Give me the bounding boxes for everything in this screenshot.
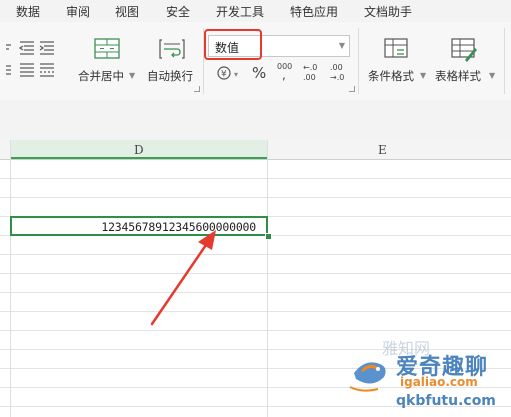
conditional-format-icon	[384, 38, 408, 58]
column-letter-e: E	[378, 143, 387, 157]
annotation-highlight-box	[204, 29, 262, 60]
currency-format-icon[interactable]: ¥ ▾	[217, 66, 243, 82]
svg-text:→.0: →.0	[330, 73, 344, 82]
svg-text:.00: .00	[330, 63, 343, 72]
row-line	[0, 311, 511, 312]
auto-wrap-label: 自动换行	[147, 69, 193, 83]
menu-bar: 数据 审阅 视图 安全 开发工具 特色应用 文档助手	[0, 0, 511, 22]
ribbon-divider	[504, 28, 505, 94]
comma-icon: ,	[282, 68, 286, 82]
table-style-button[interactable]: 表格样式 ▼	[435, 36, 497, 86]
merge-center-button[interactable]: 合并居中 ▼	[78, 36, 140, 86]
conditional-format-label: 条件格式	[368, 69, 414, 83]
watermark-domain-2: qkbfutu.com	[396, 393, 496, 409]
column-line	[10, 140, 11, 417]
svg-text:←.0: ←.0	[303, 63, 317, 72]
increase-indent-icon	[39, 41, 54, 55]
percent-style-button[interactable]: %	[252, 64, 266, 82]
fill-handle[interactable]	[265, 233, 272, 240]
menu-review[interactable]: 审阅	[66, 3, 90, 20]
table-style-icon	[451, 38, 477, 62]
number-format-dialog-launcher[interactable]	[349, 86, 355, 92]
ribbon-divider	[358, 28, 359, 94]
row-line	[0, 273, 511, 274]
alignment-icons	[6, 41, 54, 77]
wrap-text-icon	[159, 39, 185, 59]
menu-data[interactable]: 数据	[16, 3, 40, 20]
menu-security[interactable]: 安全	[166, 3, 190, 20]
align-left-icon	[6, 44, 11, 50]
auto-wrap-button[interactable]: 自动换行	[147, 36, 199, 86]
svg-text:¥: ¥	[221, 70, 227, 80]
row-line	[0, 197, 511, 198]
chevron-down-icon: ▼	[489, 71, 496, 80]
row-line	[0, 254, 511, 255]
justify-icon	[6, 65, 11, 75]
row-line	[0, 330, 511, 331]
merge-center-label: 合并居中	[78, 69, 124, 83]
column-header-d[interactable]: D	[10, 140, 267, 159]
column-line	[267, 140, 268, 417]
conditional-format-button[interactable]: 条件格式 ▼	[368, 36, 428, 86]
decrease-decimal-icon[interactable]: .00 →.0	[330, 62, 350, 84]
decrease-indent-icon	[18, 41, 34, 55]
fish-logo-icon	[349, 362, 386, 392]
distributed-align-icon	[40, 63, 54, 77]
chevron-down-icon: ▼	[338, 41, 345, 50]
svg-text:▾: ▾	[234, 70, 238, 79]
watermark-domain-1: igaliao.com	[400, 375, 478, 389]
menu-document-assistant[interactable]: 文档助手	[364, 3, 412, 20]
thousands-separator-button[interactable]: 000 ,	[276, 62, 296, 82]
table-style-label: 表格样式	[435, 69, 481, 83]
alignment-dialog-launcher[interactable]	[194, 86, 200, 92]
menu-special-features[interactable]: 特色应用	[290, 3, 338, 20]
row-line	[0, 292, 511, 293]
menu-developer-tools[interactable]: 开发工具	[216, 3, 264, 20]
chevron-down-icon: ▼	[129, 71, 136, 80]
column-letter-d: D	[134, 143, 144, 157]
align-center-icon	[20, 63, 34, 77]
watermark-logo: 雅知网 爱奇趣聊 igaliao.com qkbfutu.com	[340, 335, 511, 417]
formula-bar-area	[0, 100, 511, 141]
increase-decimal-icon[interactable]: ←.0 .00	[303, 62, 323, 84]
chevron-down-icon: ▼	[420, 71, 427, 80]
merge-cells-icon	[94, 38, 120, 59]
svg-text:.00: .00	[303, 73, 316, 82]
row-line	[0, 178, 511, 179]
annotation-arrow-icon	[150, 230, 216, 326]
menu-view[interactable]: 视图	[115, 3, 139, 20]
column-header-e[interactable]: E	[268, 140, 511, 159]
